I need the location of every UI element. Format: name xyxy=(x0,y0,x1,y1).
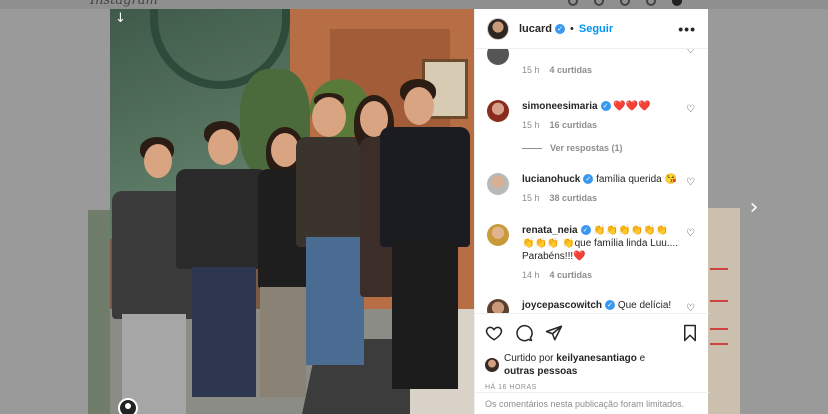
activity-icon xyxy=(646,0,656,6)
comment-item: ♡ 15 h 4 curtidas xyxy=(487,49,697,75)
liked-by: Curtido por keilyanesantiago e outras pe… xyxy=(485,352,699,378)
comment-body: simoneesimaria ✓ ❤️❤️❤️ xyxy=(522,100,697,113)
author-avatar[interactable] xyxy=(487,17,509,40)
profile-avatar-icon xyxy=(672,0,682,6)
verified-badge-icon: ✓ xyxy=(555,23,566,34)
comment-time: 15 h xyxy=(522,120,540,130)
comments-limited-notice: Os comentários nesta publicação foram li… xyxy=(475,392,709,414)
verified-badge-icon: ✓ xyxy=(605,300,616,310)
view-replies-button[interactable]: Ver respostas (1) xyxy=(522,143,623,153)
messenger-icon xyxy=(594,0,604,6)
like-comment-heart-icon[interactable]: ♡ xyxy=(686,104,695,115)
commenter-username[interactable]: simoneesimaria xyxy=(522,101,598,112)
comment-likes[interactable]: 4 curtidas xyxy=(550,65,593,75)
comment-body: lucianohuck ✓ família querida 😘 xyxy=(522,173,697,186)
follow-button[interactable]: Seguir xyxy=(579,23,613,35)
verified-badge-icon: ✓ xyxy=(580,225,591,235)
explore-icon xyxy=(620,0,630,6)
liked-by-others[interactable]: outras pessoas xyxy=(504,366,577,377)
comment-body: renata_neia ✓ 👏👏👏👏👏👏👏👏👏 👏que família lind… xyxy=(522,224,697,263)
separator: • xyxy=(570,22,574,35)
commenter-avatar[interactable] xyxy=(487,299,509,313)
like-heart-icon[interactable] xyxy=(485,324,503,342)
comments-list[interactable]: ♡ 15 h 4 curtidas simoneesimaria ✓ ❤️❤️❤️ … xyxy=(475,49,709,313)
author-username[interactable]: lucard xyxy=(519,23,552,35)
background-brand-logo: Instagram xyxy=(90,0,158,8)
comment-likes[interactable]: 38 curtidas xyxy=(550,193,598,203)
download-icon[interactable]: ↓ xyxy=(115,11,126,26)
like-comment-heart-icon[interactable]: ♡ xyxy=(686,177,695,188)
post-side-panel: lucard ✓ • Seguir ••• ♡ 15 h 4 curtidas s… xyxy=(474,9,709,414)
comment-time: 15 h xyxy=(522,193,540,203)
comment-meta: 15 h 38 curtidas xyxy=(522,193,697,203)
share-icon[interactable] xyxy=(545,324,563,342)
like-comment-heart-icon[interactable]: ♡ xyxy=(686,303,695,313)
post-header: lucard ✓ • Seguir ••• xyxy=(475,9,708,49)
comment-likes[interactable]: 4 curtidas xyxy=(550,270,593,280)
background-thumbnail-right xyxy=(707,208,740,414)
liked-by-prefix: Curtido por xyxy=(504,353,554,364)
commenter-username[interactable]: renata_neia xyxy=(522,225,578,236)
commenter-username[interactable]: joycepascowitch xyxy=(522,300,602,311)
comment-body: joycepascowitch ✓ Que delícia! xyxy=(522,299,697,312)
comment-text: ❤️❤️❤️ xyxy=(613,101,651,112)
liked-by-user[interactable]: keilyanesantiago xyxy=(556,353,637,364)
user-tag-icon[interactable] xyxy=(118,398,138,414)
liked-by-suffix: e xyxy=(639,353,646,364)
home-icon xyxy=(568,0,578,6)
comment-item: simoneesimaria ✓ ❤️❤️❤️ ♡ 15 h 16 curtidas xyxy=(487,100,697,130)
background-thumbnail-left xyxy=(88,210,110,414)
post-modal: ↓ lucard ✓ • Seguir ••• ♡ 15 h 4 curtidas xyxy=(110,9,709,414)
verified-badge-icon: ✓ xyxy=(583,174,594,184)
comment-text: família querida 😘 xyxy=(596,174,677,185)
commenter-avatar[interactable] xyxy=(487,224,509,246)
like-comment-heart-icon[interactable]: ♡ xyxy=(686,228,695,239)
like-comment-heart-icon[interactable]: ♡ xyxy=(686,49,695,56)
comment-likes[interactable]: 16 curtidas xyxy=(550,120,598,130)
save-bookmark-icon[interactable] xyxy=(681,324,699,342)
more-options-icon[interactable]: ••• xyxy=(678,21,696,37)
background-nav-icons xyxy=(568,0,682,6)
liker-avatar[interactable] xyxy=(485,358,499,372)
action-icons-row xyxy=(485,322,699,344)
comment-item: renata_neia ✓ 👏👏👏👏👏👏👏👏👏 👏que família lind… xyxy=(487,224,697,280)
comment-meta: 14 h 4 curtidas xyxy=(522,270,697,280)
comment-meta: 15 h 16 curtidas xyxy=(522,120,697,130)
comment-time: 15 h xyxy=(522,65,540,75)
post-timestamp[interactable]: HÁ 16 HORAS xyxy=(485,384,699,391)
commenter-avatar[interactable] xyxy=(487,49,509,65)
commenter-avatar[interactable] xyxy=(487,100,509,122)
verified-badge-icon: ✓ xyxy=(600,101,611,111)
commenter-username[interactable]: lucianohuck xyxy=(522,174,580,185)
comment-bubble-icon[interactable] xyxy=(515,324,533,342)
comment-item: lucianohuck ✓ família querida 😘 ♡ 15 h 38 … xyxy=(487,173,697,203)
comment-meta: 15 h 4 curtidas xyxy=(522,65,697,75)
next-post-arrow-icon[interactable]: › xyxy=(742,195,766,221)
comment-item: joycepascowitch ✓ Que delícia! ♡ xyxy=(487,299,697,313)
comment-time: 14 h xyxy=(522,270,540,280)
comment-text: Que delícia! xyxy=(617,300,672,311)
post-photo[interactable]: ↓ xyxy=(110,9,474,414)
commenter-avatar[interactable] xyxy=(487,173,509,195)
